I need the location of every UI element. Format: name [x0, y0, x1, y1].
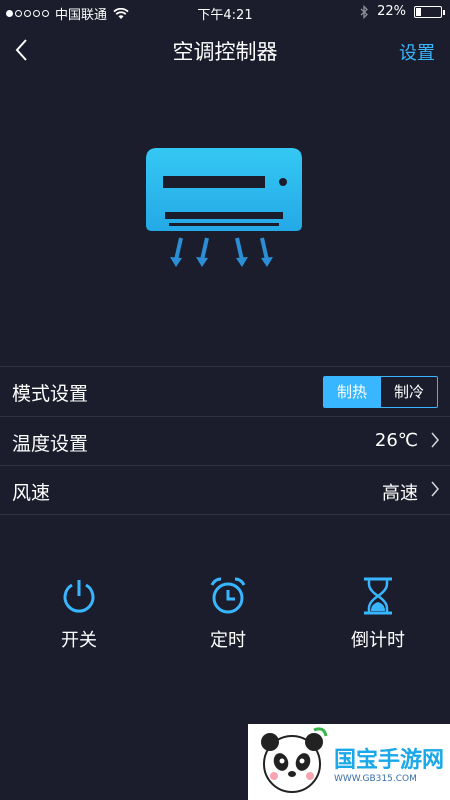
- power-icon: [19, 572, 139, 620]
- timer-label: 定时: [210, 630, 246, 651]
- nav-bar: 空调控制器 设置: [0, 24, 450, 76]
- chevron-right-icon: [431, 432, 439, 448]
- watermark-text: 国宝手游网: [334, 748, 445, 773]
- mode-setting-row: 模式设置 制热 制冷: [0, 366, 450, 415]
- status-right: 22%: [359, 4, 445, 19]
- mode-heat-button[interactable]: 制热: [324, 377, 380, 407]
- status-bar: 中国联通 下午4:21 22%: [0, 0, 450, 24]
- alarm-clock-icon: [168, 572, 288, 620]
- mode-cool-button[interactable]: 制冷: [380, 377, 437, 407]
- mode-setting-label: 模式设置: [12, 383, 89, 405]
- fan-speed-label: 风速: [12, 482, 51, 504]
- mode-segmented-control: 制热 制冷: [323, 376, 438, 408]
- battery-percent: 22%: [377, 4, 406, 19]
- power-label: 开关: [61, 630, 97, 651]
- bluetooth-icon: [360, 4, 369, 19]
- watermark: 国宝手游网 WWW.GB315.COM: [248, 724, 450, 800]
- fan-speed-row[interactable]: 风速 高速: [0, 465, 450, 515]
- temperature-setting-row[interactable]: 温度设置 26℃: [0, 416, 450, 465]
- fan-speed-value: 高速: [382, 483, 418, 504]
- chevron-right-icon: [431, 481, 439, 497]
- panda-logo-icon: [261, 727, 328, 793]
- temperature-setting-label: 温度设置: [12, 433, 89, 455]
- air-conditioner-icon: [145, 145, 305, 274]
- power-button[interactable]: 开关: [19, 572, 139, 652]
- battery-icon: [414, 5, 445, 18]
- battery-level: [416, 7, 422, 16]
- temperature-value: 26℃: [374, 430, 418, 451]
- settings-button[interactable]: 设置: [399, 39, 435, 65]
- countdown-button[interactable]: 倒计时: [318, 572, 438, 652]
- page-title: 空调控制器: [172, 40, 278, 64]
- watermark-url: WWW.GB315.COM: [334, 774, 417, 784]
- countdown-label: 倒计时: [351, 630, 405, 651]
- timer-button[interactable]: 定时: [168, 572, 288, 652]
- hourglass-icon: [318, 572, 438, 620]
